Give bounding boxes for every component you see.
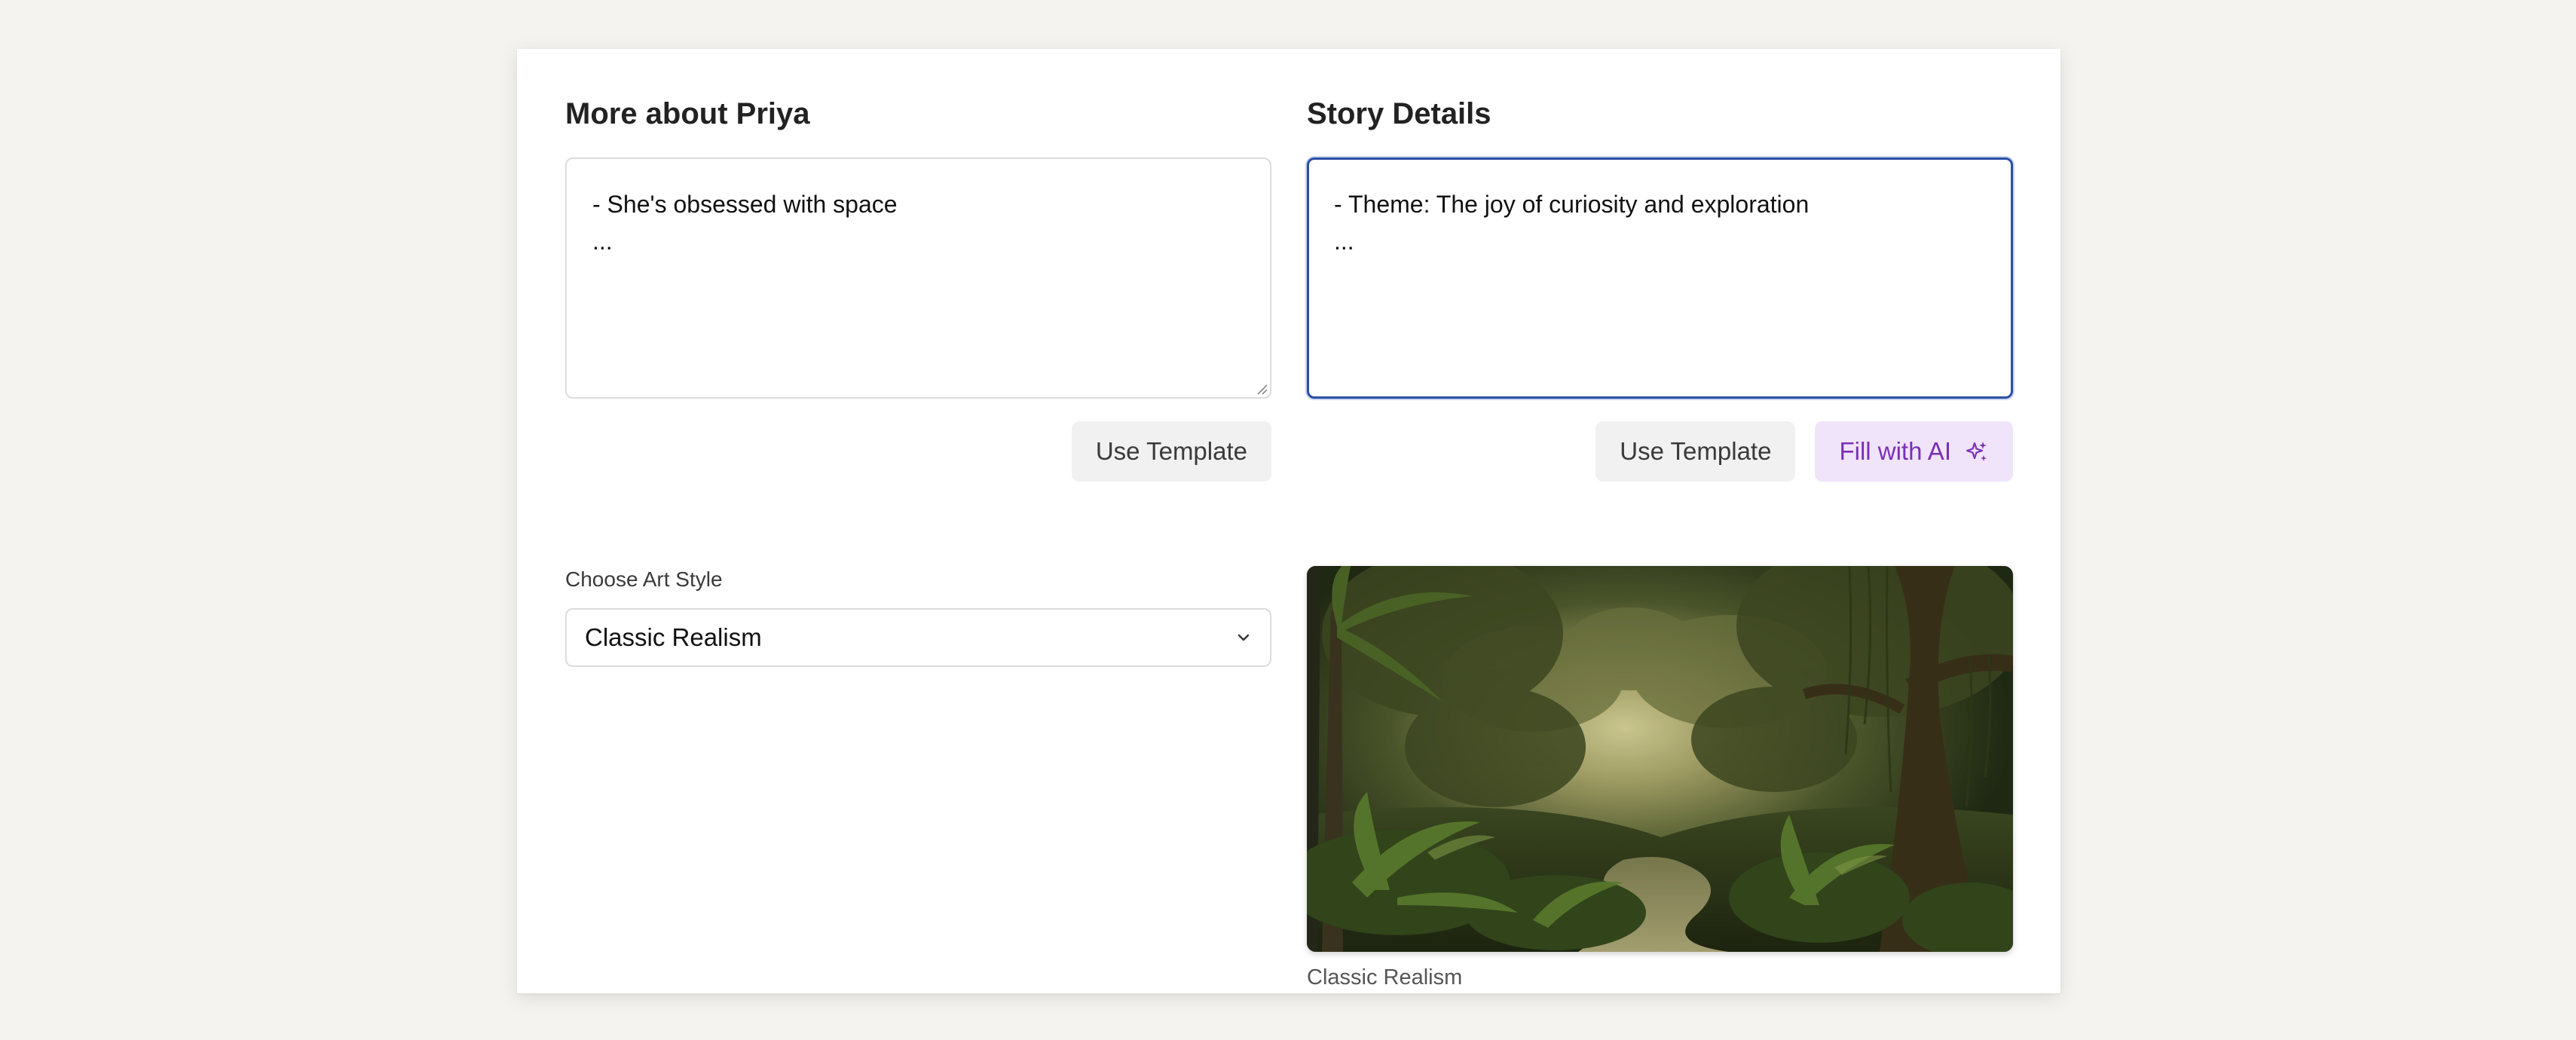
story-form-card: More about Priya Use Template Choose Art… — [517, 49, 2060, 993]
chevron-down-icon — [1238, 634, 1250, 641]
preview-caption: Classic Realism — [1307, 965, 1463, 990]
fill-with-ai-label: Fill with AI — [1839, 437, 1951, 465]
story-details-textarea[interactable] — [1307, 158, 2013, 399]
character-section-title: More about Priya — [565, 97, 810, 130]
art-style-select[interactable]: Classic Realism — [565, 608, 1271, 667]
fill-with-ai-button[interactable]: Fill with AI — [1815, 421, 2013, 482]
sparkle-icon — [1966, 442, 1987, 461]
character-use-template-button[interactable]: Use Template — [1071, 421, 1271, 482]
story-actions: Use Template Fill with AI — [1595, 421, 2013, 482]
art-style-selected-value: Classic Realism — [585, 623, 762, 651]
jungle-illustration — [1307, 566, 2013, 952]
art-style-preview-image — [1307, 566, 2013, 952]
resize-handle-icon[interactable] — [1256, 383, 1268, 395]
character-details-textarea[interactable] — [565, 158, 1271, 399]
story-section-title: Story Details — [1307, 97, 1491, 130]
story-use-template-button[interactable]: Use Template — [1595, 421, 1796, 482]
character-actions: Use Template — [1071, 421, 1271, 482]
art-style-label: Choose Art Style — [565, 567, 723, 591]
